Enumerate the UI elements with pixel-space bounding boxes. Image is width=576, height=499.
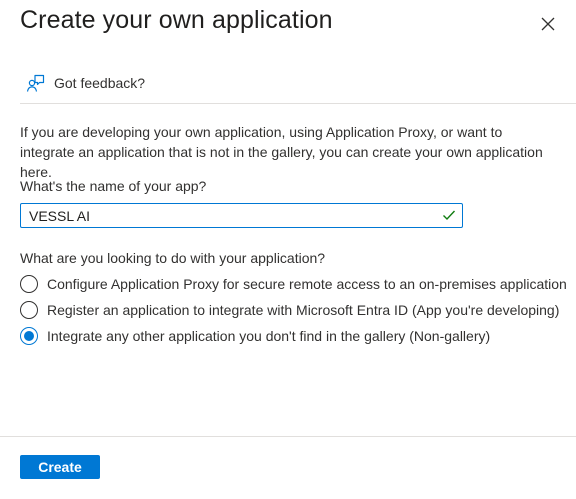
- radio-button[interactable]: [20, 275, 38, 293]
- radio-dot: [24, 331, 34, 341]
- radio-option-app-proxy[interactable]: Configure Application Proxy for secure r…: [20, 274, 567, 294]
- create-button[interactable]: Create: [20, 455, 100, 479]
- app-name-label: What's the name of your app?: [20, 178, 207, 194]
- feedback-person-icon: [26, 74, 45, 92]
- dialog-title: Create your own application: [20, 6, 333, 34]
- close-icon: [541, 17, 555, 31]
- radio-option-register-app[interactable]: Register an application to integrate wit…: [20, 300, 559, 320]
- feedback-link[interactable]: Got feedback?: [26, 71, 145, 95]
- radio-label: Register an application to integrate wit…: [47, 302, 560, 318]
- feedback-label: Got feedback?: [54, 75, 146, 91]
- purpose-question: What are you looking to do with your app…: [20, 250, 326, 266]
- app-name-input[interactable]: [21, 204, 439, 227]
- radio-label: Integrate any other application you don'…: [47, 328, 491, 344]
- radio-button-selected[interactable]: [20, 327, 38, 345]
- app-name-field-wrapper: [20, 203, 463, 228]
- checkmark-icon: [443, 210, 456, 221]
- close-button[interactable]: [537, 13, 559, 35]
- footer-divider: [0, 436, 576, 437]
- radio-label: Configure Application Proxy for secure r…: [47, 276, 567, 292]
- radio-button[interactable]: [20, 301, 38, 319]
- divider: [20, 103, 576, 104]
- intro-text: If you are developing your own applicati…: [20, 124, 543, 180]
- radio-option-non-gallery[interactable]: Integrate any other application you don'…: [20, 326, 490, 346]
